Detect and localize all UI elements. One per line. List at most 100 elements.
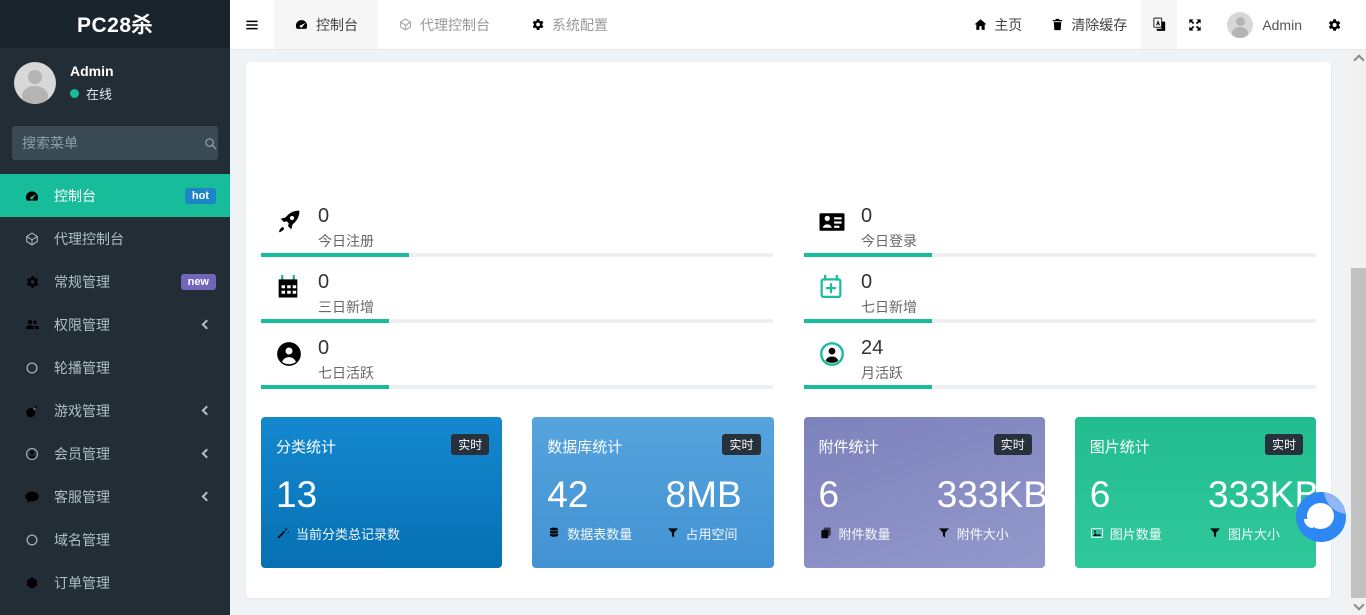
tab-dashboard[interactable]: 控制台 bbox=[274, 0, 378, 49]
sidebar-item-games[interactable]: 游戏管理 bbox=[0, 389, 230, 432]
sidebar-item-label: 轮播管理 bbox=[54, 358, 110, 378]
sidebar-item-dashboard[interactable]: 控制台 hot bbox=[0, 174, 230, 217]
language-icon bbox=[1151, 16, 1168, 33]
sidebar-item-auth[interactable]: 权限管理 bbox=[0, 303, 230, 346]
filter-icon bbox=[1208, 526, 1222, 540]
trash-icon bbox=[1050, 17, 1065, 32]
sidebar-item-label: 客服管理 bbox=[54, 487, 110, 507]
menu-search-input[interactable] bbox=[22, 135, 203, 151]
user-outline-icon bbox=[817, 339, 849, 369]
sidebar: PC28杀 Admin 在线 控制台 hot 代理控制台 常规管理 new bbox=[0, 0, 230, 615]
filter-icon bbox=[937, 526, 951, 540]
navbar-avatar bbox=[1227, 12, 1253, 38]
card-value: 6 bbox=[819, 474, 937, 517]
vertical-scrollbar[interactable] bbox=[1351, 50, 1366, 615]
stat-progress bbox=[804, 253, 1316, 257]
scroll-up-arrow-icon[interactable] bbox=[1353, 54, 1364, 65]
language-switch-button[interactable] bbox=[1141, 0, 1177, 49]
stat-progress bbox=[261, 385, 773, 389]
tab-agent-console[interactable]: 代理控制台 bbox=[378, 0, 510, 49]
sidebar-item-points-log[interactable]: 积分日志 bbox=[0, 604, 230, 615]
stat-value: 0 bbox=[318, 271, 374, 293]
sidebar-item-label: 会员管理 bbox=[54, 444, 110, 464]
card-attachment-stats: 附件统计 实时 6 附件数量 333KB 附件大小 bbox=[804, 417, 1045, 568]
chevron-left-icon bbox=[202, 320, 212, 330]
circle-icon bbox=[24, 360, 41, 376]
card-value: 6 bbox=[1090, 474, 1208, 517]
card-value: 13 bbox=[276, 474, 487, 517]
tab-system-config[interactable]: 系统配置 bbox=[510, 0, 628, 49]
user-status: 在线 bbox=[70, 84, 114, 103]
stat-today-login: 0 今日登录 bbox=[804, 200, 1316, 266]
card-value: 333KB bbox=[937, 474, 1048, 517]
chat-widget-button[interactable] bbox=[1296, 492, 1346, 542]
sidebar-item-support[interactable]: 客服管理 bbox=[0, 475, 230, 518]
tachometer-icon bbox=[294, 17, 309, 32]
card-value: 8MB bbox=[666, 474, 759, 517]
card-category-stats: 分类统计 实时 13 当前分类总记录数 bbox=[261, 417, 502, 568]
sidebar-item-label: 订单管理 bbox=[54, 573, 110, 593]
sidebar-item-label: 权限管理 bbox=[54, 315, 110, 335]
stat-value: 0 bbox=[318, 205, 374, 227]
scroll-down-arrow-icon[interactable] bbox=[1353, 599, 1364, 610]
sidebar-item-label: 域名管理 bbox=[54, 530, 110, 550]
new-badge: new bbox=[181, 274, 216, 290]
card-value-label: 当前分类总记录数 bbox=[296, 524, 400, 543]
clear-cache-label: 清除缓存 bbox=[1071, 15, 1127, 35]
chevron-left-icon bbox=[202, 492, 212, 502]
stat-label: 三日新增 bbox=[318, 297, 374, 317]
sidebar-item-general[interactable]: 常规管理 new bbox=[0, 260, 230, 303]
home-icon bbox=[973, 17, 988, 32]
stat-label: 今日登录 bbox=[861, 231, 917, 251]
main-content: 0 今日注册 0 今日登录 0 三日新增 bbox=[230, 50, 1351, 615]
sidebar-item-label: 常规管理 bbox=[54, 272, 110, 292]
dashboard-panel: 0 今日注册 0 今日登录 0 三日新增 bbox=[246, 62, 1331, 598]
stat-progress bbox=[804, 319, 1316, 323]
card-value-label: 附件大小 bbox=[957, 524, 1009, 543]
calendar-plus-icon bbox=[817, 273, 849, 301]
sidebar-item-orders[interactable]: 订单管理 bbox=[0, 561, 230, 604]
circle-icon bbox=[24, 532, 41, 548]
home-label: 主页 bbox=[994, 15, 1022, 35]
card-image-stats: 图片统计 实时 6 图片数量 333KB 图片大小 bbox=[1075, 417, 1316, 568]
user-avatar bbox=[14, 62, 56, 104]
sidebar-item-members[interactable]: 会员管理 bbox=[0, 432, 230, 475]
chevron-left-icon bbox=[202, 449, 212, 459]
sidebar-search bbox=[12, 126, 218, 160]
online-dot-icon bbox=[70, 89, 79, 98]
user-menu[interactable]: Admin bbox=[1213, 0, 1316, 49]
stat-label: 今日注册 bbox=[318, 231, 374, 251]
bars-icon bbox=[244, 17, 260, 33]
expand-arrows-icon bbox=[1187, 17, 1203, 33]
gem-icon bbox=[24, 575, 41, 591]
fullscreen-button[interactable] bbox=[1177, 0, 1213, 49]
sidebar-item-domains[interactable]: 域名管理 bbox=[0, 518, 230, 561]
id-card-icon bbox=[817, 207, 849, 237]
settings-button[interactable] bbox=[1316, 0, 1352, 49]
user-panel: Admin 在线 bbox=[0, 48, 230, 116]
wand-icon bbox=[276, 526, 290, 540]
scrollbar-thumb[interactable] bbox=[1351, 268, 1366, 598]
realtime-badge: 实时 bbox=[722, 434, 760, 455]
calendar-icon bbox=[274, 273, 306, 301]
chat-bubble-icon bbox=[1307, 503, 1334, 529]
sidebar-item-label: 游戏管理 bbox=[54, 401, 110, 421]
sidebar-toggle-button[interactable] bbox=[230, 0, 274, 49]
card-value-label: 图片大小 bbox=[1228, 524, 1280, 543]
tab-label: 控制台 bbox=[316, 15, 358, 35]
sidebar-item-carousel[interactable]: 轮播管理 bbox=[0, 346, 230, 389]
copy-icon bbox=[819, 526, 833, 540]
stat-today-register: 0 今日注册 bbox=[261, 200, 773, 266]
gear-icon bbox=[530, 17, 545, 32]
stat-value: 0 bbox=[318, 337, 374, 359]
user-filled-icon bbox=[274, 339, 306, 369]
navbar-right: 主页 清除缓存 Admin bbox=[959, 0, 1352, 49]
summary-cards: 分类统计 实时 13 当前分类总记录数 数据库统计 实时 bbox=[261, 417, 1316, 568]
clear-cache-button[interactable]: 清除缓存 bbox=[1036, 0, 1141, 49]
cogs-icon bbox=[1326, 17, 1342, 33]
sidebar-item-agent-console[interactable]: 代理控制台 bbox=[0, 217, 230, 260]
database-icon bbox=[547, 526, 561, 540]
card-value-label: 数据表数量 bbox=[567, 524, 632, 543]
home-link[interactable]: 主页 bbox=[959, 0, 1036, 49]
realtime-badge: 实时 bbox=[1265, 434, 1303, 455]
